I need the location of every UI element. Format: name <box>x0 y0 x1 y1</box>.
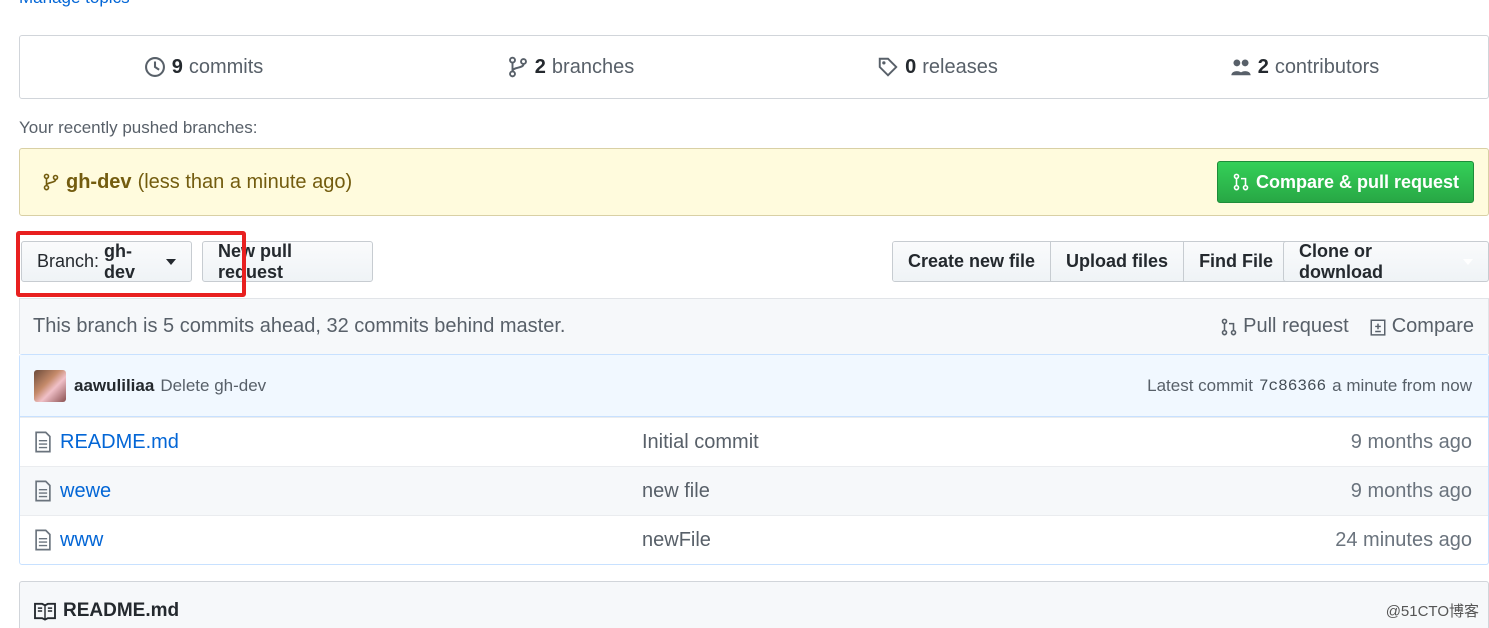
recent-branch-time: (less than a minute ago) <box>137 170 353 193</box>
find-file-button[interactable]: Find File <box>1184 242 1289 281</box>
branch-icon <box>43 173 59 191</box>
commit-author[interactable]: aawuliliaa <box>74 376 154 396</box>
manage-topics-link[interactable]: Manage topics <box>19 0 130 8</box>
compare-link[interactable]: Compare <box>1369 315 1474 338</box>
compare-label: Compare <box>1391 315 1474 337</box>
clone-download-button[interactable]: Clone or download <box>1283 241 1489 282</box>
file-row: www newFile 24 minutes ago <box>20 515 1488 564</box>
releases-stat[interactable]: 0 releases <box>754 36 1121 98</box>
contributors-count: 2 <box>1257 55 1269 78</box>
pull-request-label: Pull request <box>1243 315 1349 337</box>
file-name-text[interactable]: www <box>60 529 103 552</box>
upload-files-button[interactable]: Upload files <box>1051 242 1185 281</box>
avatar[interactable] <box>34 369 66 402</box>
file-age: 24 minutes ago <box>1335 528 1472 551</box>
clone-label: Clone or download <box>1299 240 1383 282</box>
commit-time: a minute from now <box>1332 375 1472 395</box>
file-commit-message[interactable]: newFile <box>642 529 1335 552</box>
caret-down-icon <box>1463 258 1473 265</box>
branch-prefix: Branch: <box>37 251 100 271</box>
file-name-text[interactable]: wewe <box>60 480 111 503</box>
caret-down-icon <box>166 258 176 265</box>
branches-label: branches <box>551 55 635 78</box>
create-new-file-button[interactable]: Create new file <box>893 242 1052 281</box>
latest-commit-prefix: Latest commit <box>1147 375 1253 395</box>
commit-sha[interactable]: 7c86366 <box>1259 377 1326 395</box>
watermark: @51CTO博客 <box>1385 603 1479 620</box>
pull-request-icon <box>1221 318 1237 335</box>
file-age: 9 months ago <box>1350 430 1472 453</box>
file-row: wewe new file 9 months ago <box>20 466 1488 515</box>
readme-header: README.md <box>19 581 1489 628</box>
file-age: 9 months ago <box>1350 479 1472 502</box>
recent-branch-banner: gh-dev (less than a minute ago) Compare … <box>19 148 1489 216</box>
contributors-stat[interactable]: 2 contributors <box>1121 36 1488 98</box>
history-icon <box>144 57 165 77</box>
file-icon <box>35 529 51 551</box>
book-icon <box>34 602 56 621</box>
releases-count: 0 <box>905 55 917 78</box>
compare-button-label: Compare & pull request <box>1255 171 1459 192</box>
commits-stat[interactable]: 9 commits <box>20 36 387 98</box>
new-pull-request-button[interactable]: New pull request <box>202 241 373 282</box>
pull-request-link[interactable]: Pull request <box>1220 315 1349 338</box>
branches-count: 2 <box>534 55 546 78</box>
readme-title: README.md <box>63 600 180 621</box>
file-icon <box>35 480 51 502</box>
people-icon <box>1231 59 1251 76</box>
tag-icon <box>878 57 898 77</box>
branch-name: gh-dev <box>104 240 136 282</box>
file-commit-message[interactable]: new file <box>642 480 1351 503</box>
file-icon <box>35 431 51 453</box>
file-name[interactable]: README.md <box>34 431 642 454</box>
branches-stat[interactable]: 2 branches <box>387 36 754 98</box>
releases-label: releases <box>922 55 998 78</box>
repo-stats-bar: 9 commits 2 branches 0 releases 2 contri… <box>19 35 1489 99</box>
file-row: README.md Initial commit 9 months ago <box>20 417 1488 466</box>
file-name[interactable]: www <box>34 529 642 552</box>
contributors-label: contributors <box>1274 55 1380 78</box>
recent-branch: gh-dev (less than a minute ago) <box>42 171 352 194</box>
commits-label: commits <box>188 55 264 78</box>
recent-branch-name[interactable]: gh-dev <box>66 171 132 194</box>
file-commit-message[interactable]: Initial commit <box>642 431 1351 454</box>
branch-select-button[interactable]: Branch: gh-dev <box>21 241 192 282</box>
branch-status-bar: This branch is 5 commits ahead, 32 commi… <box>19 298 1489 354</box>
file-name[interactable]: wewe <box>34 480 642 503</box>
branch-icon <box>508 56 527 78</box>
latest-commit-bar: aawuliliaa Delete gh-dev Latest commit 7… <box>20 355 1488 417</box>
file-name-text[interactable]: README.md <box>60 431 179 454</box>
compare-pull-request-button[interactable]: Compare & pull request <box>1216 161 1474 203</box>
diff-icon <box>1370 319 1386 336</box>
branch-status-text: This branch is 5 commits ahead, 32 commi… <box>33 315 566 337</box>
commit-message[interactable]: Delete gh-dev <box>160 376 266 396</box>
pull-request-icon <box>1233 173 1249 191</box>
commits-count: 9 <box>171 55 183 78</box>
file-actions-group: Create new file Upload files Find File <box>892 241 1290 282</box>
file-browser: aawuliliaa Delete gh-dev Latest commit 7… <box>19 354 1489 565</box>
recent-branches-label: Your recently pushed branches: <box>19 118 258 137</box>
